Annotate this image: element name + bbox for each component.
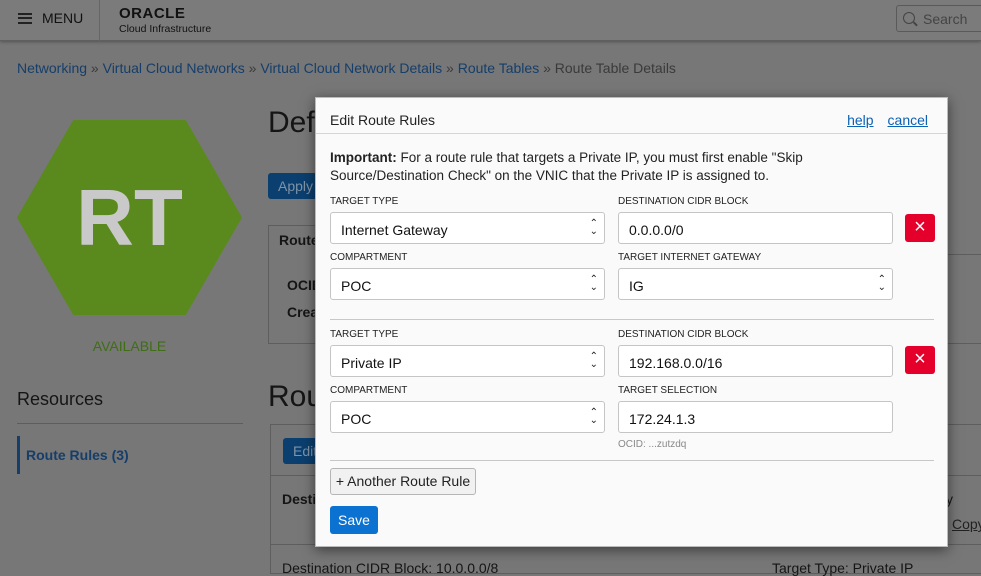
divider (99, 0, 100, 41)
logo-brand: ORACLE (119, 5, 186, 22)
dest-cidr-input[interactable]: 0.0.0.0/0 (618, 212, 893, 244)
created-label: Crea (287, 304, 319, 320)
breadcrumb-vcn-details[interactable]: Virtual Cloud Network Details (260, 60, 442, 76)
divider (330, 460, 934, 461)
compartment-select[interactable]: POC ⌃ ⌄ (330, 401, 605, 433)
important-text: For a route rule that targets a Private … (330, 150, 803, 183)
hamburger-icon (18, 12, 32, 24)
breadcrumb-current: Route Table Details (554, 60, 676, 76)
sep: » (543, 60, 551, 76)
dest-cidr-input[interactable]: 192.168.0.0/16 (618, 345, 893, 377)
sep: » (248, 60, 257, 76)
search-placeholder: Search (923, 11, 968, 27)
help-link[interactable]: help (847, 112, 873, 128)
target-selection-input[interactable]: 172.24.1.3 (618, 401, 893, 433)
status-badge: AVAILABLE (92, 338, 167, 354)
select-value: Internet Gateway (341, 222, 448, 238)
select-value: IG (629, 278, 644, 294)
row-destination: Destination CIDR Block: 10.0.0.0/8 (282, 560, 499, 576)
chevron-up-down-icon: ⌃ ⌄ (589, 218, 598, 237)
col-destination: Desti (282, 491, 317, 507)
close-icon: × (914, 216, 926, 238)
logo-sub: Cloud Infrastructure (119, 23, 212, 35)
breadcrumb-networking[interactable]: Networking (17, 60, 87, 76)
chevron-up-down-icon: ⌃ ⌄ (589, 351, 598, 370)
row-target: Target Type: Private IP (772, 560, 914, 576)
cancel-link[interactable]: cancel (888, 112, 928, 128)
search-input[interactable]: Search (896, 5, 981, 32)
divider (330, 319, 934, 320)
target-label: TARGET SELECTION (618, 385, 718, 396)
delete-rule-button[interactable]: × (905, 346, 935, 374)
target-label: TARGET INTERNET GATEWAY (618, 252, 762, 263)
compartment-label: COMPARTMENT (330, 252, 408, 263)
sep: » (446, 60, 454, 76)
icon-text: RT (76, 172, 183, 262)
menu-button[interactable]: MENU (18, 10, 83, 26)
sep: » (90, 60, 99, 76)
top-header: MENU ORACLE Cloud Infrastructure Search (0, 0, 981, 41)
dest-cidr-label: DESTINATION CIDR BLOCK (618, 196, 749, 207)
input-value: 192.168.0.0/16 (629, 355, 723, 371)
close-icon: × (914, 348, 926, 370)
info-title: Route (279, 232, 319, 248)
select-value: Private IP (341, 355, 402, 371)
copy-link[interactable]: Copy (952, 516, 981, 532)
dialog-header: Edit Route Rules help cancel (316, 98, 947, 134)
compartment-label: COMPARTMENT (330, 385, 408, 396)
select-value: POC (341, 411, 372, 427)
dest-cidr-label: DESTINATION CIDR BLOCK (618, 329, 749, 340)
breadcrumb-vcns[interactable]: Virtual Cloud Networks (103, 60, 245, 76)
target-type-label: TARGET TYPE (330, 196, 399, 207)
route-table-icon: RT (17, 120, 242, 315)
important-label: Important: (330, 150, 397, 165)
ocid-hint: OCID: ...zutzdq (618, 439, 687, 450)
breadcrumb: Networking » Virtual Cloud Networks » Vi… (17, 60, 676, 76)
divider (17, 423, 243, 424)
target-gateway-select[interactable]: IG ⌃ ⌄ (618, 268, 893, 300)
input-value: 0.0.0.0/0 (629, 222, 684, 238)
target-type-select[interactable]: Private IP ⌃ ⌄ (330, 345, 605, 377)
select-value: POC (341, 278, 372, 294)
resources-heading: Resources (17, 389, 104, 409)
save-button[interactable]: Save (330, 506, 378, 534)
oracle-logo[interactable]: ORACLE Cloud Infrastructure (119, 5, 211, 35)
sidebar-item-route-rules[interactable]: Route Rules (3) (17, 436, 129, 474)
breadcrumb-route-tables[interactable]: Route Tables (458, 60, 539, 76)
compartment-select[interactable]: POC ⌃ ⌄ (330, 268, 605, 300)
add-route-rule-button[interactable]: + Another Route Rule (330, 468, 476, 495)
chevron-up-down-icon: ⌃ ⌄ (589, 274, 598, 293)
delete-rule-button[interactable]: × (905, 214, 935, 242)
menu-label: MENU (42, 10, 84, 26)
edit-route-rules-dialog: Edit Route Rules help cancel Important: F… (315, 97, 948, 547)
chevron-up-down-icon: ⌃ ⌄ (589, 407, 598, 426)
dialog-title: Edit Route Rules (330, 112, 436, 128)
input-value: 172.24.1.3 (629, 411, 696, 427)
chevron-up-down-icon: ⌃ ⌄ (877, 274, 886, 293)
target-type-label: TARGET TYPE (330, 329, 399, 340)
important-note: Important: For a route rule that targets… (330, 149, 920, 185)
search-icon (903, 12, 915, 24)
target-type-select[interactable]: Internet Gateway ⌃ ⌄ (330, 212, 605, 244)
page-title: Def (268, 106, 315, 139)
